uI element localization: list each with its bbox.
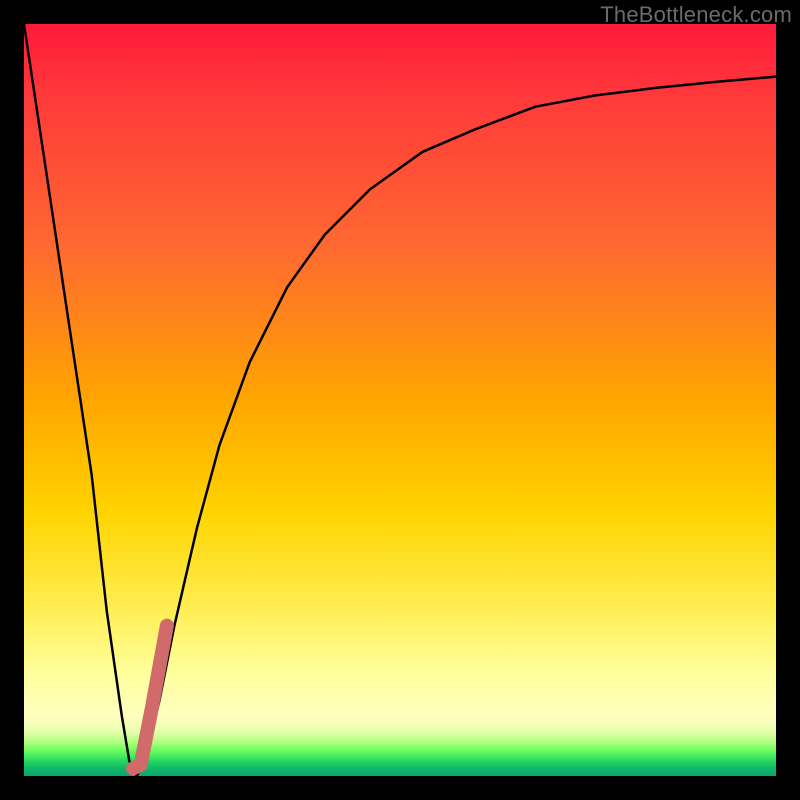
curve-layer bbox=[24, 24, 776, 776]
plot-area bbox=[24, 24, 776, 776]
highlight-segment bbox=[133, 626, 167, 769]
chart-frame: TheBottleneck.com bbox=[0, 0, 800, 800]
watermark-text: TheBottleneck.com bbox=[600, 2, 792, 28]
bottleneck-curve bbox=[24, 24, 776, 776]
